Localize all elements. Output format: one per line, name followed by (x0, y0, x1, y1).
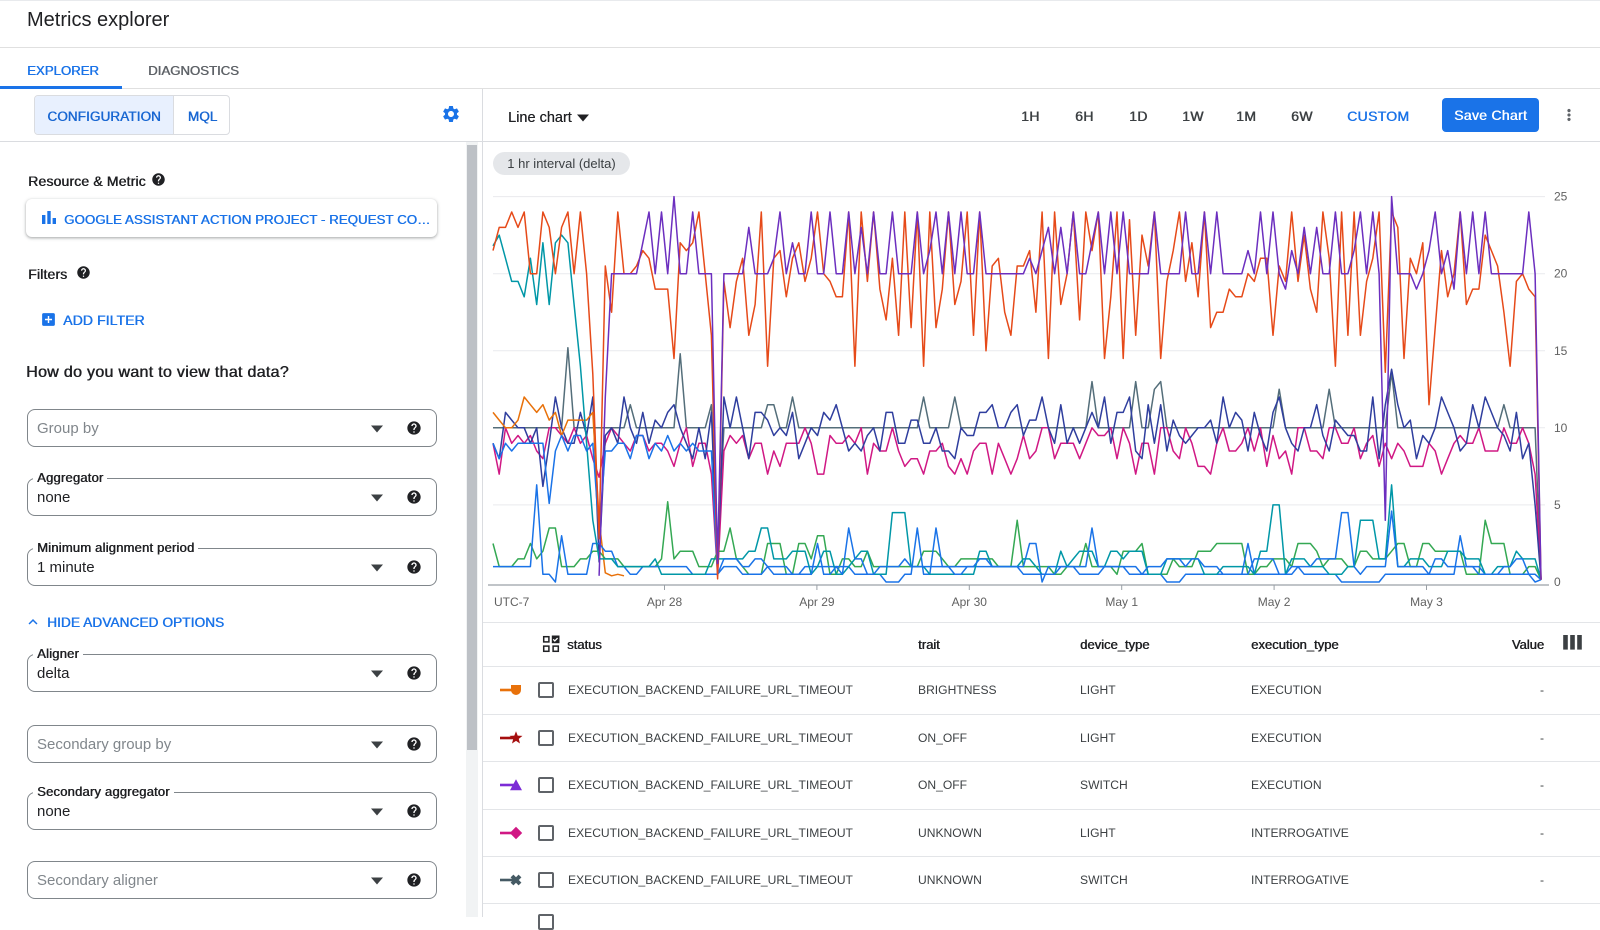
svg-text:25: 25 (1554, 190, 1568, 204)
svg-text:15: 15 (1554, 344, 1568, 358)
svg-text:May 1: May 1 (1105, 595, 1138, 609)
svg-text:UTC-7: UTC-7 (494, 595, 530, 609)
svg-text:Apr 29: Apr 29 (799, 595, 835, 609)
svg-text:Apr 28: Apr 28 (647, 595, 683, 609)
svg-text:0: 0 (1554, 575, 1561, 589)
svg-text:May 2: May 2 (1258, 595, 1291, 609)
svg-text:20: 20 (1554, 267, 1568, 281)
svg-text:May 3: May 3 (1410, 595, 1443, 609)
svg-text:10: 10 (1554, 421, 1568, 435)
svg-text:Apr 30: Apr 30 (952, 595, 988, 609)
svg-text:5: 5 (1554, 498, 1561, 512)
